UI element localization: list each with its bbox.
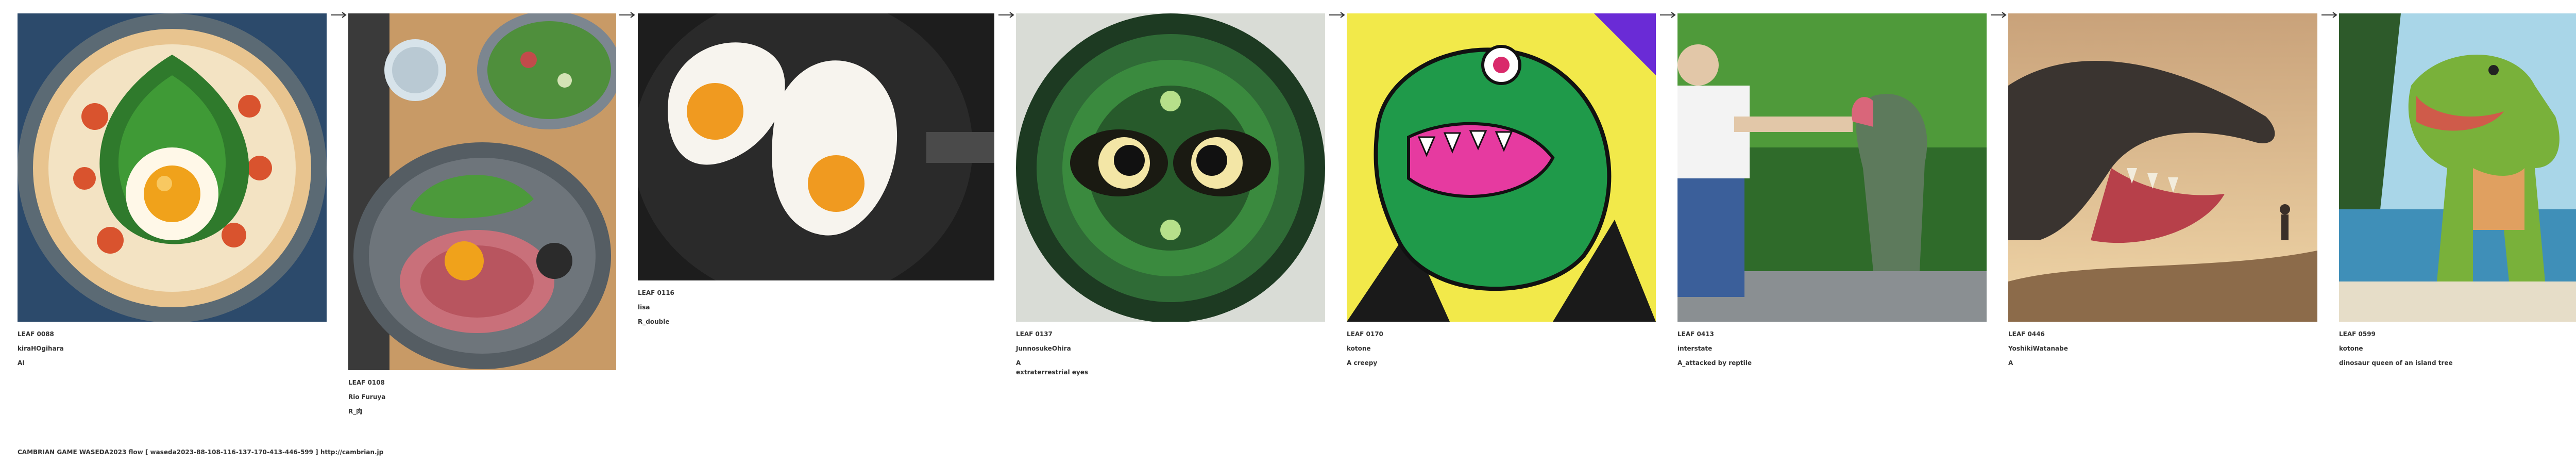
leaf-prompt: A creepy — [1347, 359, 1378, 367]
leaf-author: lisa — [638, 304, 650, 311]
leaf-id: LEAF 0108 — [348, 379, 385, 386]
leaf-image[interactable] — [348, 13, 616, 370]
leaf-id: LEAF 0413 — [1677, 330, 1714, 338]
flow-card[interactable]: LEAF 0088 kiraHOgihara AI — [18, 13, 327, 385]
leaf-image[interactable] — [1016, 13, 1325, 322]
leaf-author: JunnosukeOhira — [1016, 345, 1071, 352]
extraterrestrial-eyes-art — [1016, 13, 1325, 322]
arrow-right-icon — [998, 12, 1014, 18]
leaf-prompt: dinosaur queen of an island tree — [2339, 359, 2453, 367]
leaf-id: LEAF 0599 — [2339, 330, 2376, 338]
leaf-prompt: A_attacked by reptile — [1677, 359, 1752, 367]
leaf-id: LEAF 0446 — [2008, 330, 2045, 338]
leaf-prompt: A extraterrestrial eyes — [1016, 359, 1089, 376]
arrow-right-icon — [331, 12, 347, 18]
leaf-prompt: AI — [18, 359, 25, 367]
arrow-right-icon — [1991, 12, 2007, 18]
leaf-id: LEAF 0170 — [1347, 330, 1383, 338]
leaf-author: interstate — [1677, 345, 1713, 352]
leaf-image[interactable] — [1347, 13, 1656, 322]
leaf-image[interactable] — [2008, 13, 2317, 322]
leaf-image[interactable] — [2339, 13, 2576, 322]
arrow-right-icon — [619, 12, 635, 18]
leaf-image[interactable] — [1677, 13, 1987, 322]
flow-card[interactable]: LEAF 0170 kotone A creepy — [1347, 13, 1656, 385]
pizza-egg-illustration — [18, 13, 327, 322]
leaf-author: Rio Furuya — [348, 393, 386, 401]
leaf-id: LEAF 0088 — [18, 330, 54, 338]
footer-credits: CAMBRIAN GAME WASEDA2023 flow [ waseda20… — [18, 449, 384, 456]
leaf-author: kotone — [1347, 345, 1371, 352]
leaf-prompt: R_double — [638, 318, 670, 325]
leaf-prompt: A — [2008, 359, 2013, 367]
man-attacked-by-reptile-photo — [1677, 13, 1987, 322]
arrow-right-icon — [2321, 12, 2337, 18]
leaf-author: kiraHOgihara — [18, 345, 64, 352]
leaf-image[interactable] — [18, 13, 327, 322]
giant-dinosaur-and-man-painting — [2008, 13, 2317, 322]
leaf-id: LEAF 0116 — [638, 289, 674, 296]
flow-card[interactable]: LEAF 0446 YoshikiWatanabe A — [2008, 13, 2317, 385]
arrow-right-icon — [1660, 12, 1676, 18]
arrow-right-icon — [1329, 12, 1345, 18]
creepy-dinosaur-popart — [1347, 13, 1656, 322]
flow-card[interactable]: LEAF 0108 Rio Furuya R_肉 — [348, 13, 616, 416]
flow-card[interactable]: LEAF 0137 JunnosukeOhira A extraterrestr… — [1016, 13, 1325, 395]
leaf-author: YoshikiWatanabe — [2008, 345, 2068, 352]
flow-card[interactable]: LEAF 0116 lisa R_double — [638, 13, 994, 333]
flow-card[interactable]: LEAF 0599 kotone dinosaur queen of an is… — [2339, 13, 2576, 385]
leaf-image[interactable] — [638, 13, 994, 280]
leaf-prompt: R_肉 — [348, 408, 363, 415]
roast-beef-bowl-photo — [348, 13, 616, 370]
leaf-id: LEAF 0137 — [1016, 330, 1053, 338]
fried-eggs-photo — [638, 13, 994, 280]
leaf-author: kotone — [2339, 345, 2363, 352]
flow-card[interactable]: LEAF 0413 interstate A_attacked by repti… — [1677, 13, 1987, 385]
dinosaur-island-painting — [2339, 13, 2576, 322]
